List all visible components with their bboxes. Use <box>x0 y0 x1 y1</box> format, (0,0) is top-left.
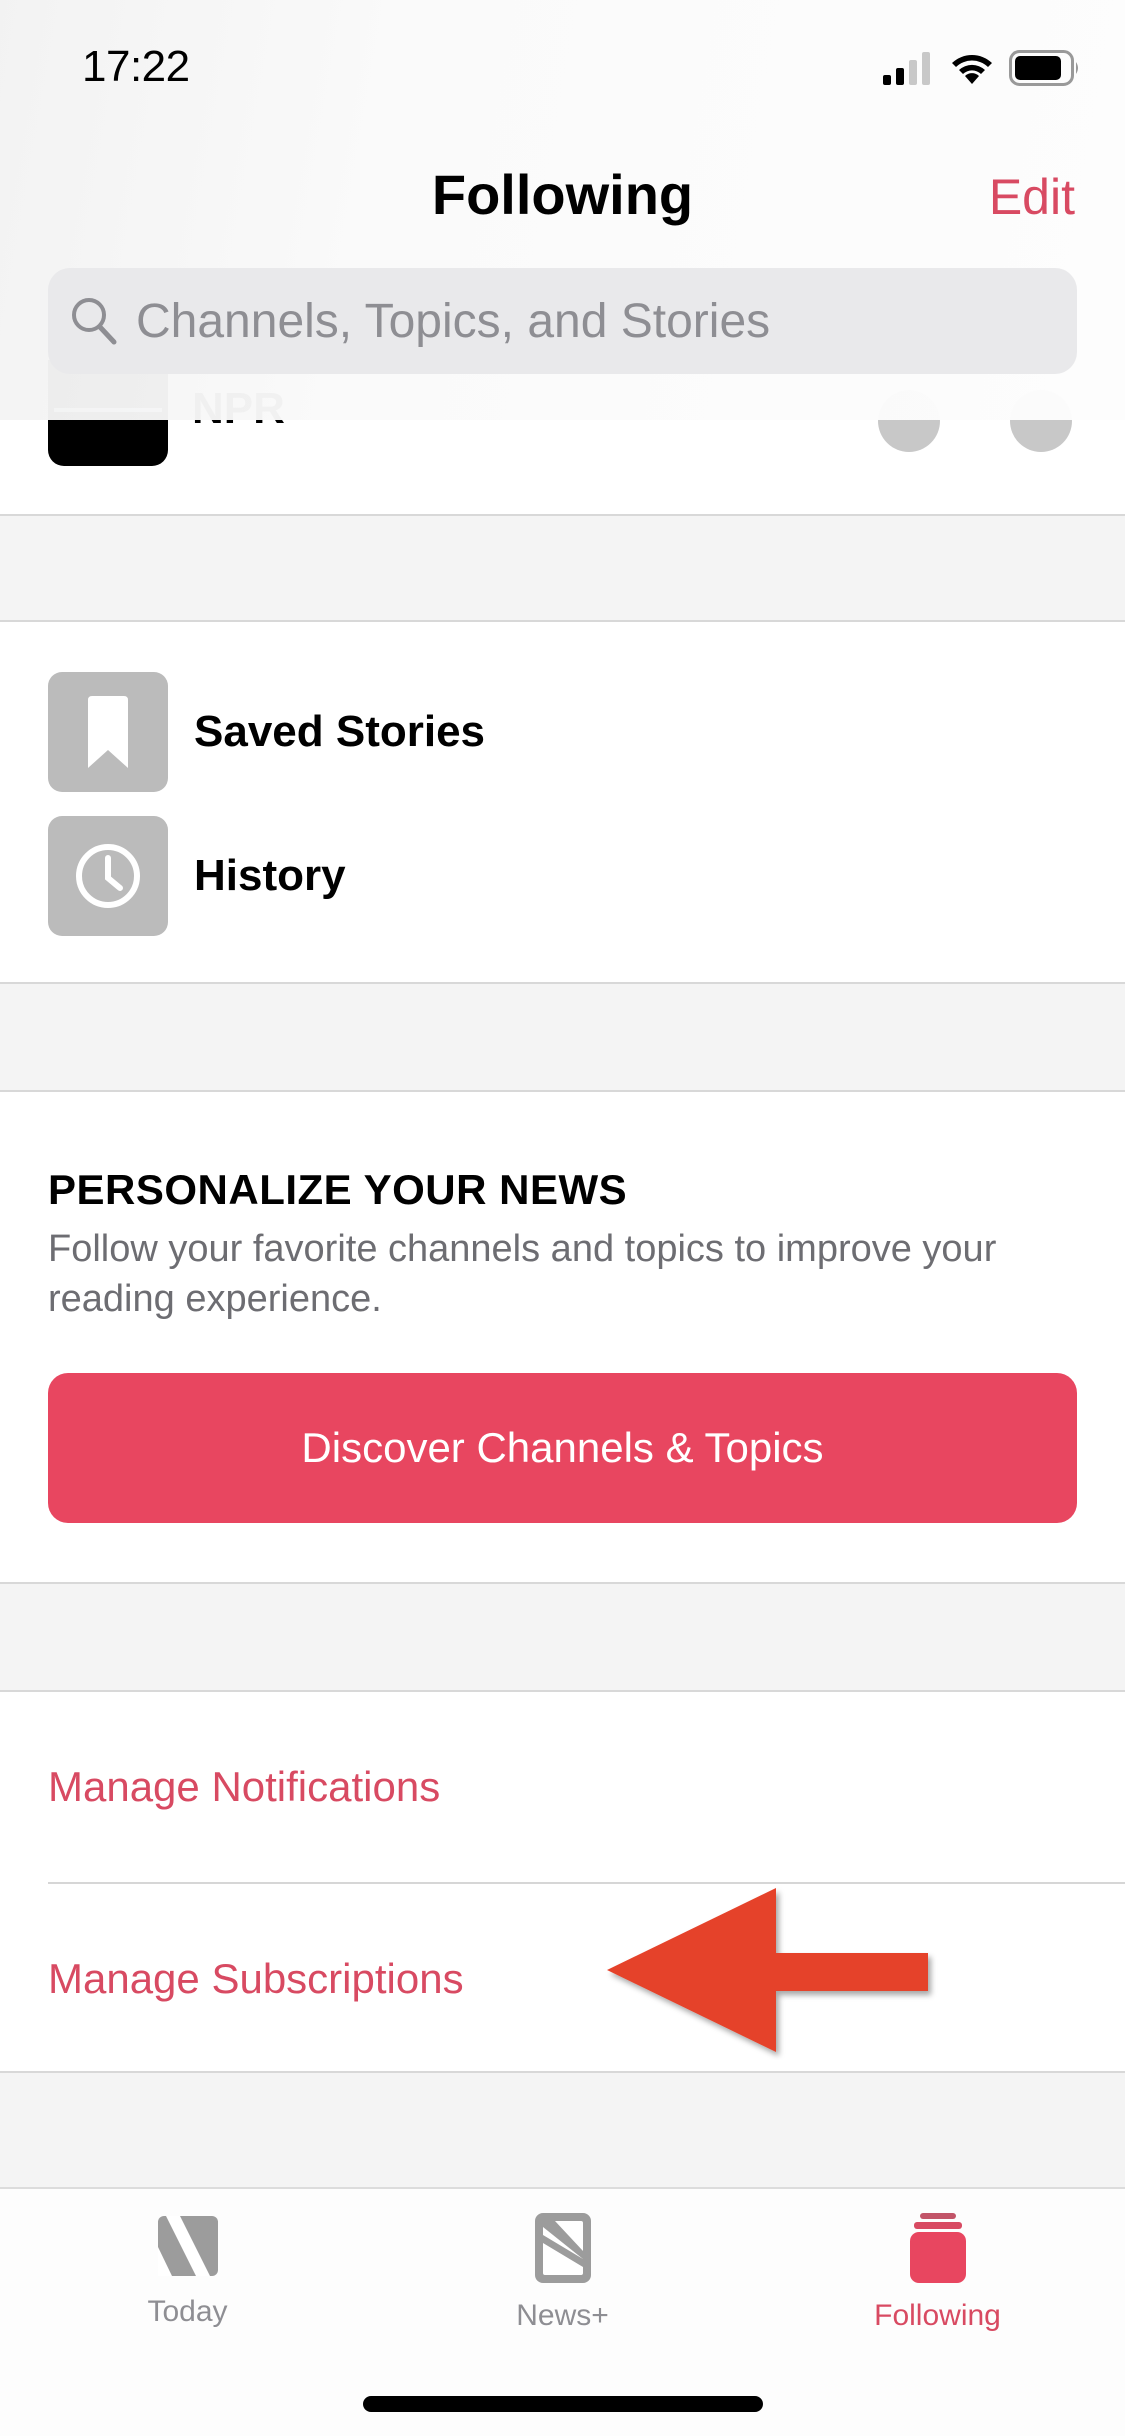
search-input[interactable] <box>136 293 1036 349</box>
saved-stories-label: Saved Stories <box>194 707 486 756</box>
today-icon <box>157 2216 218 2276</box>
manage-notifications-link[interactable]: Manage Notifications <box>48 1692 1125 1882</box>
saved-stories-item[interactable]: Saved Stories <box>48 671 748 793</box>
section-gap <box>0 1582 1125 1692</box>
section-gap <box>0 982 1125 1092</box>
section-gap <box>0 514 1125 622</box>
tab-news-plus-label: News+ <box>516 2299 609 2332</box>
edit-button[interactable]: Edit <box>989 168 1075 226</box>
battery-icon <box>1009 50 1078 86</box>
home-indicator[interactable] <box>363 2396 763 2412</box>
discover-channels-button[interactable]: Discover Channels & Topics <box>48 1373 1077 1523</box>
tab-following-label: Following <box>874 2299 1001 2332</box>
search-icon <box>72 298 117 345</box>
tab-today-label: Today <box>147 2295 228 2328</box>
status-time: 17:22 <box>82 42 190 91</box>
page-title: Following <box>431 163 694 226</box>
history-item[interactable]: History <box>48 815 748 937</box>
personalize-title: PERSONALIZE YOUR NEWS <box>48 1166 628 1213</box>
status-icons <box>883 50 1081 86</box>
bookmark-icon <box>48 672 168 792</box>
tab-news-plus[interactable]: News+ <box>375 2189 750 2339</box>
search-field[interactable] <box>48 268 1077 374</box>
personalize-description: Follow your favorite channels and topics… <box>48 1228 997 1320</box>
history-label: History <box>194 851 346 900</box>
manage-subscriptions-link[interactable]: Manage Subscriptions <box>48 1884 1125 2074</box>
following-icon <box>909 2213 966 2283</box>
section-gap <box>0 2071 1125 2189</box>
wifi-icon <box>952 55 992 84</box>
clock-icon <box>48 816 168 936</box>
news-plus-icon <box>534 2213 591 2283</box>
tab-following[interactable]: Following <box>750 2189 1125 2339</box>
tab-today[interactable]: Today <box>0 2189 375 2339</box>
red-arrow-annotation <box>607 1888 928 2052</box>
cellular-signal-icon <box>883 52 930 85</box>
